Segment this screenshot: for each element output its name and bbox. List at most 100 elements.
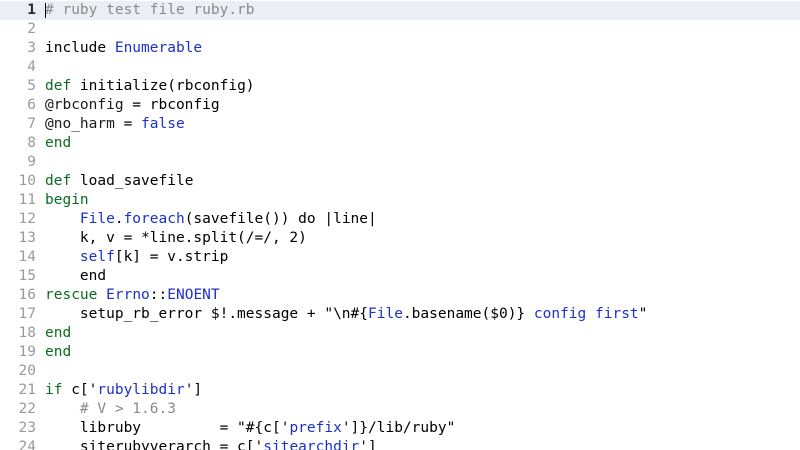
code-token-plain: libruby = "#{c[' [45,420,290,436]
code-text[interactable]: self[k] = v.strip [45,248,228,267]
code-token-keyword: end [45,135,72,151]
code-text[interactable]: def initialize(rbconfig) [45,77,255,96]
code-line[interactable]: 12 File.foreach(savefile()) do |line| [0,210,800,229]
code-token-plain: = [114,116,142,132]
code-text[interactable]: k, v = *line.split(/=/, 2) [45,229,307,248]
line-number: 12 [18,211,36,227]
code-token-keyword: end [45,344,72,360]
code-line[interactable]: 22 # V > 1.6.3 [0,400,800,419]
code-token-plain: include [45,40,115,56]
code-text[interactable]: setup_rb_error $!.message + "\n#{File.ba… [45,305,647,324]
code-line[interactable]: 5 def initialize(rbconfig) [0,77,800,96]
code-line[interactable]: 20 [0,362,800,381]
line-number: 5 [27,78,36,94]
code-token-constant: rubylibdir [97,382,185,398]
code-line[interactable]: 2 [0,20,800,39]
code-token-plain: end [45,268,107,284]
code-token-constant: sitearchdir [263,439,360,450]
code-token-constant: File [368,306,403,322]
code-token-plain: [k] = v.strip [114,249,229,265]
code-line[interactable]: 10 def load_savefile [0,172,800,191]
code-editor[interactable]: 1 # ruby test file ruby.rb 2 3 include Enume… [0,0,800,450]
code-token-constant: prefix [289,420,342,436]
code-token-plain: :: [149,287,168,303]
code-line[interactable]: 24 siterubyverarch = c['sitearchdir'] [0,438,800,450]
code-token-plain: load_savefile [71,173,194,189]
line-number: 24 [18,439,36,450]
line-number: 22 [18,401,36,417]
code-token-keyword: def [45,78,72,94]
code-token-plain: setup_rb_error $!.message + "\n#{ [45,306,369,322]
code-token-plain: (savefile()) do |line| [184,211,377,227]
code-token-constant: ENOENT [167,287,220,303]
line-number: 19 [18,344,36,360]
line-number: 6 [27,97,36,113]
code-text[interactable]: include Enumerable [45,39,202,58]
code-text[interactable]: def load_savefile [45,172,193,191]
line-number: 21 [18,382,36,398]
code-text[interactable]: libruby = "#{c['prefix']}/lib/ruby" [45,419,455,438]
code-line[interactable]: 23 libruby = "#{c['prefix']}/lib/ruby" [0,419,800,438]
code-token-keyword: if [45,382,63,398]
code-line[interactable]: 15 end [0,267,800,286]
line-number: 23 [18,420,36,436]
line-number: 4 [27,59,36,75]
code-line[interactable]: 14 self[k] = v.strip [0,248,800,267]
code-line[interactable]: 4 [0,58,800,77]
code-token-keyword: begin [45,192,89,208]
code-line[interactable]: 19 end [0,343,800,362]
code-line[interactable]: 16 rescue Errno::ENOENT [0,286,800,305]
line-number: 8 [27,135,36,151]
code-line[interactable]: 7 @no_harm = false [0,115,800,134]
code-token-constant: Errno [106,287,150,303]
code-token-plain: ']}/lib/ruby" [341,420,456,436]
line-number: 10 [18,173,36,189]
code-text[interactable]: rescue Errno::ENOENT [45,286,220,305]
code-text[interactable]: siterubyverarch = c['sitearchdir'] [45,438,377,450]
code-token-plain: " [638,306,648,322]
line-number: 14 [18,249,36,265]
code-text[interactable]: # V > 1.6.3 [45,400,176,419]
code-text[interactable]: end [45,267,106,286]
code-line[interactable]: 17 setup_rb_error $!.message + "\n#{File… [0,305,800,324]
code-text[interactable]: @no_harm = false [45,115,185,134]
code-token-constant: File [79,211,115,227]
code-token-plain: = rbconfig [123,97,220,113]
code-text[interactable]: end [45,343,71,362]
code-token-constant: foreach [123,211,185,227]
code-token-plain: '] [184,382,203,398]
text-cursor [45,3,46,18]
code-token-comment: # V > 1.6.3 [45,401,176,417]
code-token-plain: . [114,211,124,227]
code-token-constant: self [79,249,115,265]
line-number: 2 [27,21,36,37]
code-token-keyword: def [45,173,72,189]
code-text[interactable]: File.foreach(savefile()) do |line| [45,210,377,229]
code-token-comment: # ruby test file ruby.rb [45,2,255,18]
line-number: 3 [27,40,36,56]
line-number: 7 [27,116,36,132]
code-text[interactable]: # ruby test file ruby.rb [45,1,255,20]
code-line[interactable]: 11 begin [0,191,800,210]
code-token-constant: config first [533,306,639,322]
code-token-constant: false [141,116,185,132]
code-line[interactable]: 1 # ruby test file ruby.rb [0,1,800,20]
code-line[interactable]: 18 end [0,324,800,343]
code-line[interactable]: 21 if c['rubylibdir'] [0,381,800,400]
code-line[interactable]: 6 @rbconfig = rbconfig [0,96,800,115]
code-token-plain: '] [359,439,377,450]
code-text[interactable]: @rbconfig = rbconfig [45,96,220,115]
code-text[interactable]: end [45,324,71,343]
code-line[interactable]: 8 end [0,134,800,153]
code-line[interactable]: 9 [0,153,800,172]
line-number: 16 [18,287,36,303]
code-text[interactable]: begin [45,191,89,210]
code-token-keyword: rescue [45,287,98,303]
code-line[interactable]: 3 include Enumerable [0,39,800,58]
line-number: 18 [18,325,36,341]
code-text[interactable]: if c['rubylibdir'] [45,381,202,400]
code-line[interactable]: 13 k, v = *line.split(/=/, 2) [0,229,800,248]
code-text[interactable]: end [45,134,71,153]
